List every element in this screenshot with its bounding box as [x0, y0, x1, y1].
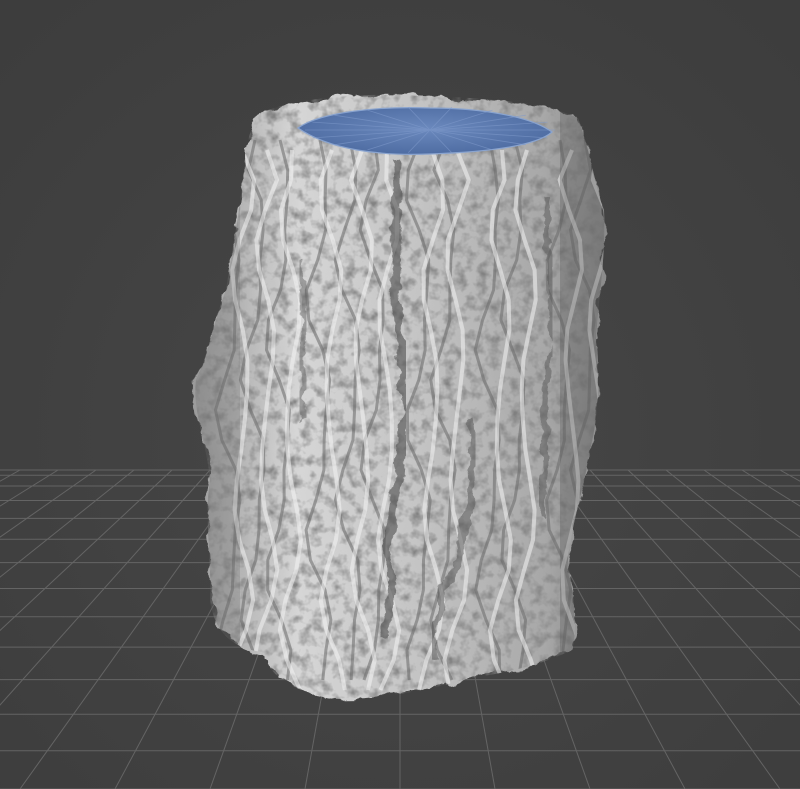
3d-viewport[interactable]: [0, 0, 800, 789]
stump-shading: [195, 94, 605, 699]
viewport-canvas[interactable]: [0, 0, 800, 789]
stump-mesh[interactable]: [180, 90, 620, 710]
